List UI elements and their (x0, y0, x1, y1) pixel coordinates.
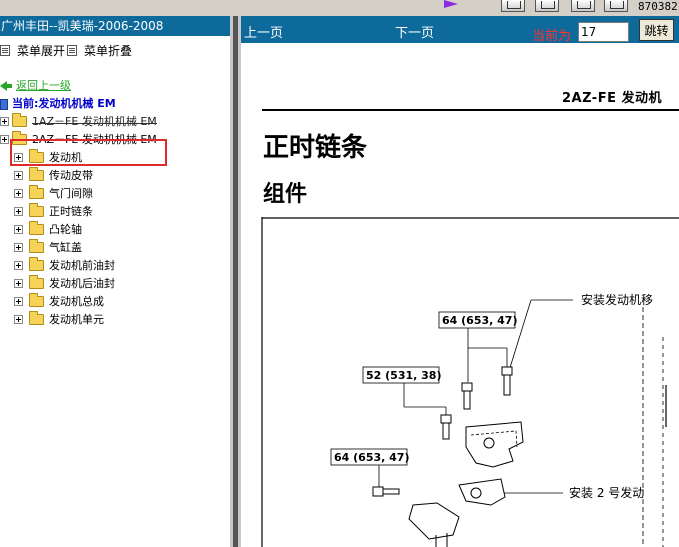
tree-subitem-label: 发动机前油封 (49, 259, 115, 272)
plus-expand-icon[interactable] (14, 207, 23, 216)
tree-subitem-label: 正时链条 (49, 205, 93, 218)
tree-subitem[interactable]: 发动机单元 (14, 311, 214, 329)
panel-splitter[interactable] (230, 16, 241, 547)
tree-subitem[interactable]: 凸轮轴 (14, 221, 214, 239)
toolbar-window-button[interactable] (501, 0, 525, 12)
toolbar-code-text: 870382 (638, 0, 678, 13)
top-toolbar-strip: 870382 (0, 0, 679, 16)
bolt-icon (501, 366, 513, 396)
engine-mount-arm-shape (408, 502, 460, 540)
menu-expand-button[interactable]: 菜单展开 (0, 42, 65, 59)
folder-icon (29, 311, 44, 325)
folder-icon (29, 185, 44, 199)
tree-back-link[interactable]: 返回上一级 (0, 77, 200, 95)
tree-subitem-label: 发动机单元 (49, 313, 104, 326)
tree-subitem[interactable]: 发动机前油封 (14, 257, 214, 275)
plus-expand-icon[interactable] (14, 315, 23, 324)
next-page-link[interactable]: 下一页 (395, 22, 434, 41)
plus-expand-icon[interactable] (14, 297, 23, 306)
folder-icon (29, 275, 44, 289)
header-rule (262, 109, 679, 111)
menu-collapse-label: 菜单折叠 (84, 44, 133, 58)
document-icon (0, 99, 8, 110)
plus-expand-icon[interactable] (14, 171, 23, 180)
plus-expand-icon[interactable] (14, 279, 23, 288)
tree-subitem-label: 传动皮带 (49, 169, 93, 182)
toolbar-window-button[interactable] (571, 0, 595, 12)
prev-page-link[interactable]: 上一页 (244, 22, 283, 41)
tree-current: 当前:发动机机械 EM (0, 95, 210, 113)
folder-icon (12, 113, 27, 127)
tree-subitem[interactable]: 气门间隙 (14, 185, 214, 203)
tree-item-label: 1AZ－FE 发动机机械 EM (32, 113, 157, 131)
tree-subitem-label: 气门间隙 (49, 187, 93, 200)
tree-subitem[interactable]: 正时链条 (14, 203, 214, 221)
play-arrow-icon[interactable] (444, 0, 458, 8)
bolt-icon (440, 414, 452, 440)
callout-label: 安装 2 号发动 (569, 485, 644, 500)
expand-menu-icon (0, 45, 10, 56)
plus-expand-icon[interactable] (14, 225, 23, 234)
callout-label: 安装发动机移 (581, 292, 653, 307)
folder-icon (29, 221, 44, 235)
plus-expand-icon[interactable] (14, 261, 23, 270)
torque-label: 52 (531, 38) (366, 369, 441, 382)
tree-subitem[interactable]: 发动机总成 (14, 293, 214, 311)
viewer-spacer (241, 43, 679, 57)
document-header-title: 2AZ-FE 发动机 (562, 91, 662, 106)
plus-expand-icon[interactable] (0, 135, 9, 144)
torque-label: 64 (653, 47) (442, 314, 517, 327)
sidebar-title: 广州丰田--凯美瑞-2006-2008 (0, 16, 231, 36)
tree-subitem[interactable]: 发动机后油封 (14, 275, 214, 293)
sidebar-panel: 广州丰田--凯美瑞-2006-2008 菜单展开 菜单折叠 返回上一级 当前:发… (0, 16, 231, 547)
tree-subitem-label: 凸轮轴 (49, 223, 82, 236)
viewer-navbar: 上一页 下一页 当前为 跳转 (241, 16, 679, 44)
current-label: 当前:发动机机械 EM (12, 97, 116, 110)
folder-icon (29, 203, 44, 217)
document-subtitle: 组件 (263, 181, 308, 207)
mount-bracket-shape (465, 421, 524, 468)
current-page-label: 当前为 (532, 29, 572, 44)
folder-icon (29, 257, 44, 271)
document-title: 正时链条 (263, 133, 368, 163)
menu-collapse-button[interactable]: 菜单折叠 (67, 42, 132, 59)
plus-expand-icon[interactable] (0, 117, 9, 126)
toolbar-window-button[interactable] (535, 0, 559, 12)
toolbar-window-button[interactable] (604, 0, 628, 12)
page-number-input[interactable] (578, 22, 629, 42)
tree-subitem-label: 发动机后油封 (49, 277, 115, 290)
tree-subitem-label: 气缸盖 (49, 241, 82, 254)
document-viewer: 上一页 下一页 当前为 跳转 2AZ-FE 发动机 正时链条 组件 安装发动机移… (241, 16, 679, 547)
selection-highlight-box (10, 139, 167, 166)
tree-subitem[interactable]: 气缸盖 (14, 239, 214, 257)
mount-insulator-shape (458, 478, 506, 506)
back-arrow-icon (0, 81, 12, 91)
folder-icon (29, 293, 44, 307)
torque-label: 64 (653, 47) (334, 451, 409, 464)
tree-subitem[interactable]: 传动皮带 (14, 167, 214, 185)
back-label: 返回上一级 (16, 79, 71, 92)
jump-button[interactable]: 跳转 (639, 19, 674, 41)
tree-item-1az[interactable]: 1AZ－FE 发动机机械 EM (0, 113, 215, 131)
components-diagram: 安装发动机移 安装 2 号发动 64 (653, 47) 52 (531, 38… (261, 217, 679, 547)
menu-expand-label: 菜单展开 (17, 44, 66, 58)
document-page: 2AZ-FE 发动机 正时链条 组件 安装发动机移 安装 2 号发动 64 (6… (241, 57, 679, 547)
folder-icon (29, 239, 44, 253)
plus-expand-icon[interactable] (14, 189, 23, 198)
tree-subitem-label: 发动机总成 (49, 295, 104, 308)
collapse-menu-icon (67, 45, 77, 56)
bolt-icon (372, 486, 400, 497)
bolt-icon (461, 382, 473, 410)
plus-expand-icon[interactable] (14, 243, 23, 252)
folder-icon (29, 167, 44, 181)
